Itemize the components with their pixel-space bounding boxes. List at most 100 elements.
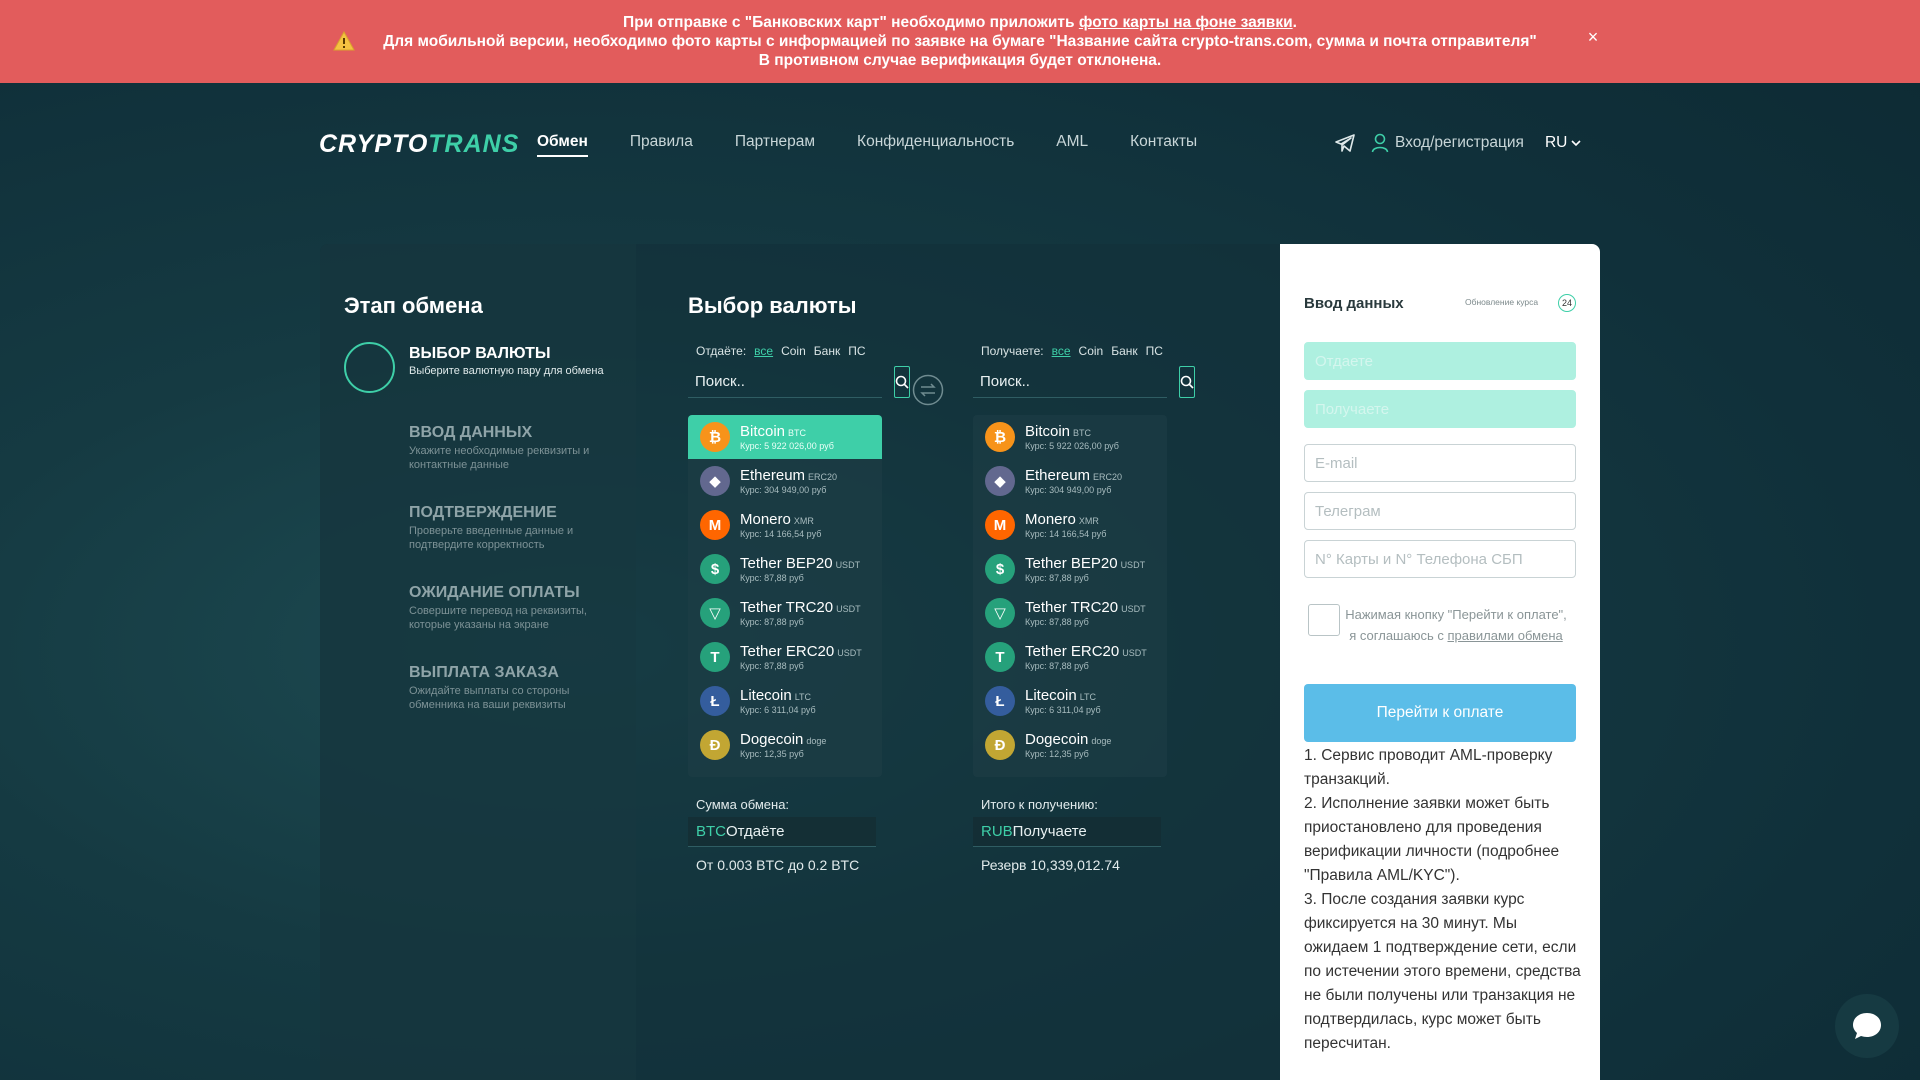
get-input[interactable] <box>1305 391 1575 427</box>
nav-rules[interactable]: Правила <box>630 133 693 157</box>
give-input[interactable] <box>1305 343 1575 379</box>
nav-exchange[interactable]: Обмен <box>537 133 588 157</box>
give-currency-list: ₿ Bitcoin BTC Курс: 5 922 026,00 руб ◆ Ethere… <box>688 415 882 777</box>
login-link[interactable]: Вход/регистрация <box>1395 134 1524 152</box>
coin-name-label: Tether BEP20 <box>740 555 833 572</box>
nav-aml[interactable]: AML <box>1056 133 1088 157</box>
coin-icon: Ł <box>700 686 730 716</box>
get-filter-coin[interactable]: Coin <box>1079 344 1104 358</box>
coin-rate: Курс: 12,35 руб <box>740 749 804 759</box>
give-filter-bank[interactable]: Банк <box>814 344 840 358</box>
currency-item[interactable]: T Tether ERC20 USDT Курс: 87,88 руб <box>973 635 1167 679</box>
currency-item[interactable]: Ð Dogecoin doge Курс: 12,35 руб <box>688 723 882 767</box>
get-search-button[interactable] <box>1179 366 1195 398</box>
coin-ticker: ERC20 <box>808 472 838 482</box>
coin-text: Tether TRC20 USDT Курс: 87,88 руб <box>1025 599 1160 627</box>
coin-name: Dogecoin doge <box>1025 731 1160 748</box>
logo[interactable]: CRYPTOTRANS <box>319 130 519 159</box>
coin-name-label: Monero <box>740 511 791 528</box>
pay-button[interactable]: Перейти к оплате <box>1304 684 1576 742</box>
give-filter-ps[interactable]: ПС <box>848 344 865 358</box>
coin-rate: Курс: 5 922 026,00 руб <box>1025 441 1119 451</box>
give-limits: От 0.003 BTC до 0.2 BTC <box>696 857 860 873</box>
currency-item[interactable]: M Monero XMR Курс: 14 166,54 руб <box>688 503 882 547</box>
give-amount-input[interactable] <box>726 823 925 840</box>
currency-item[interactable]: ₿ Bitcoin BTC Курс: 5 922 026,00 руб <box>688 415 882 459</box>
give-search-input[interactable] <box>688 366 894 397</box>
coin-name-label: Dogecoin <box>740 731 804 748</box>
currency-item[interactable]: ₿ Bitcoin BTC Курс: 5 922 026,00 руб <box>973 415 1167 459</box>
step-title: ПОДТВЕРЖДЕНИЕ <box>409 504 557 521</box>
currency-item[interactable]: ▽ Tether TRC20 USDT Курс: 87,88 руб <box>688 591 882 635</box>
coin-ticker: doge <box>806 736 827 746</box>
get-filter-all[interactable]: все <box>1052 344 1071 358</box>
give-filter-all[interactable]: все <box>754 344 773 358</box>
give-filter-coin[interactable]: Coin <box>781 344 806 358</box>
get-amount-input[interactable] <box>1012 823 1212 840</box>
currency-item[interactable]: ▽ Tether TRC20 USDT Курс: 87,88 руб <box>973 591 1167 635</box>
currency-item[interactable]: ◆ Ethereum ERC20 Курс: 304 949,00 руб <box>973 459 1167 503</box>
alert-line3: В противном случае верификация будет отк… <box>758 52 1162 69</box>
card-field <box>1304 540 1576 578</box>
nav-privacy[interactable]: Конфиденциальность <box>857 133 1014 157</box>
nav-partners[interactable]: Партнерам <box>735 133 815 157</box>
coin-icon: T <box>985 642 1015 672</box>
currency-item[interactable]: M Monero XMR Курс: 14 166,54 руб <box>973 503 1167 547</box>
currency-item[interactable]: T Tether ERC20 USDT Курс: 87,88 руб <box>688 635 882 679</box>
coin-name: Monero XMR <box>740 511 875 528</box>
step-title: ВВОД ДАННЫХ <box>409 424 533 441</box>
currency-item[interactable]: $ Tether BEP20 USDT Курс: 87,88 руб <box>688 547 882 591</box>
close-icon[interactable]: × <box>1584 28 1602 46</box>
get-amount-currency: RUB <box>981 823 1013 840</box>
coin-rate: Курс: 87,88 руб <box>1025 573 1089 583</box>
coin-name-label: Ethereum <box>1025 467 1091 484</box>
coin-rate: Курс: 5 922 026,00 руб <box>740 441 834 451</box>
coin-rate: Курс: 12,35 руб <box>1025 749 1089 759</box>
email-input[interactable] <box>1305 445 1575 481</box>
get-filter-ps[interactable]: ПС <box>1146 344 1163 358</box>
currency-item[interactable]: Ł Litecoin LTC Курс: 6 311,04 руб <box>688 679 882 723</box>
give-amount-label: Сумма обмена: <box>696 797 790 812</box>
coin-name-label: Tether TRC20 <box>740 599 834 616</box>
currency-item[interactable]: Ð Dogecoin doge Курс: 12,35 руб <box>973 723 1167 767</box>
aml-notes: 1. Сервис проводит AML-проверку транзакц… <box>1304 744 1582 1056</box>
get-filter-bank[interactable]: Банк <box>1111 344 1137 358</box>
coin-name: Tether TRC20 USDT <box>740 599 875 616</box>
telegram-input[interactable] <box>1305 493 1575 529</box>
coin-name-label: Litecoin <box>740 687 792 704</box>
rules-link[interactable]: правилами обмена <box>1447 628 1562 643</box>
alert-photo-link[interactable]: фото карты на фоне заявки <box>1079 14 1293 31</box>
reserve-note: Резерв 10,339,012.74 <box>981 857 1120 873</box>
give-search-button[interactable] <box>894 366 910 398</box>
currency-item[interactable]: Ł Litecoin LTC Курс: 6 311,04 руб <box>973 679 1167 723</box>
coin-ticker: USDT <box>835 560 861 570</box>
coin-ticker: USDT <box>1120 560 1146 570</box>
coin-name-label: Ethereum <box>740 467 806 484</box>
currency-title: Выбор валюты <box>688 293 857 318</box>
coin-rate: Курс: 87,88 руб <box>740 661 804 671</box>
alert-line1: При отправке с "Банковских карт" необход… <box>623 14 1079 31</box>
logo-part2: TRANS <box>428 130 520 158</box>
get-amount-box: RUB <box>973 817 1212 847</box>
currency-item[interactable]: ◆ Ethereum ERC20 Курс: 304 949,00 руб <box>688 459 882 503</box>
coin-rate: Курс: 14 166,54 руб <box>740 529 822 539</box>
coin-ticker: doge <box>1091 736 1112 746</box>
currency-item[interactable]: $ Tether BEP20 USDT Курс: 87,88 руб <box>973 547 1167 591</box>
data-entry-form: Ввод данных Обновление курса 24 Нажимая … <box>1280 244 1600 1080</box>
alert-banner: При отправке с "Банковских карт" необход… <box>0 0 1920 83</box>
get-search-input[interactable] <box>973 366 1179 397</box>
language-label: RU <box>1544 134 1568 151</box>
card-input[interactable] <box>1305 541 1575 577</box>
agree-checkbox[interactable] <box>1308 604 1340 636</box>
coin-name-label: Tether TRC20 <box>1025 599 1119 616</box>
coin-rate: Курс: 87,88 руб <box>1025 617 1089 627</box>
coin-icon: ▽ <box>700 598 730 628</box>
chat-button[interactable] <box>1835 994 1899 1058</box>
coin-name-label: Tether ERC20 <box>1025 643 1120 660</box>
swap-button[interactable] <box>912 374 944 406</box>
telegram-icon[interactable] <box>1334 132 1356 154</box>
nav-contacts[interactable]: Контакты <box>1130 133 1197 157</box>
language-select[interactable]: RU <box>1545 134 1581 152</box>
coin-name: Ethereum ERC20 <box>740 467 875 484</box>
steps-title: Этап обмена <box>344 293 483 318</box>
